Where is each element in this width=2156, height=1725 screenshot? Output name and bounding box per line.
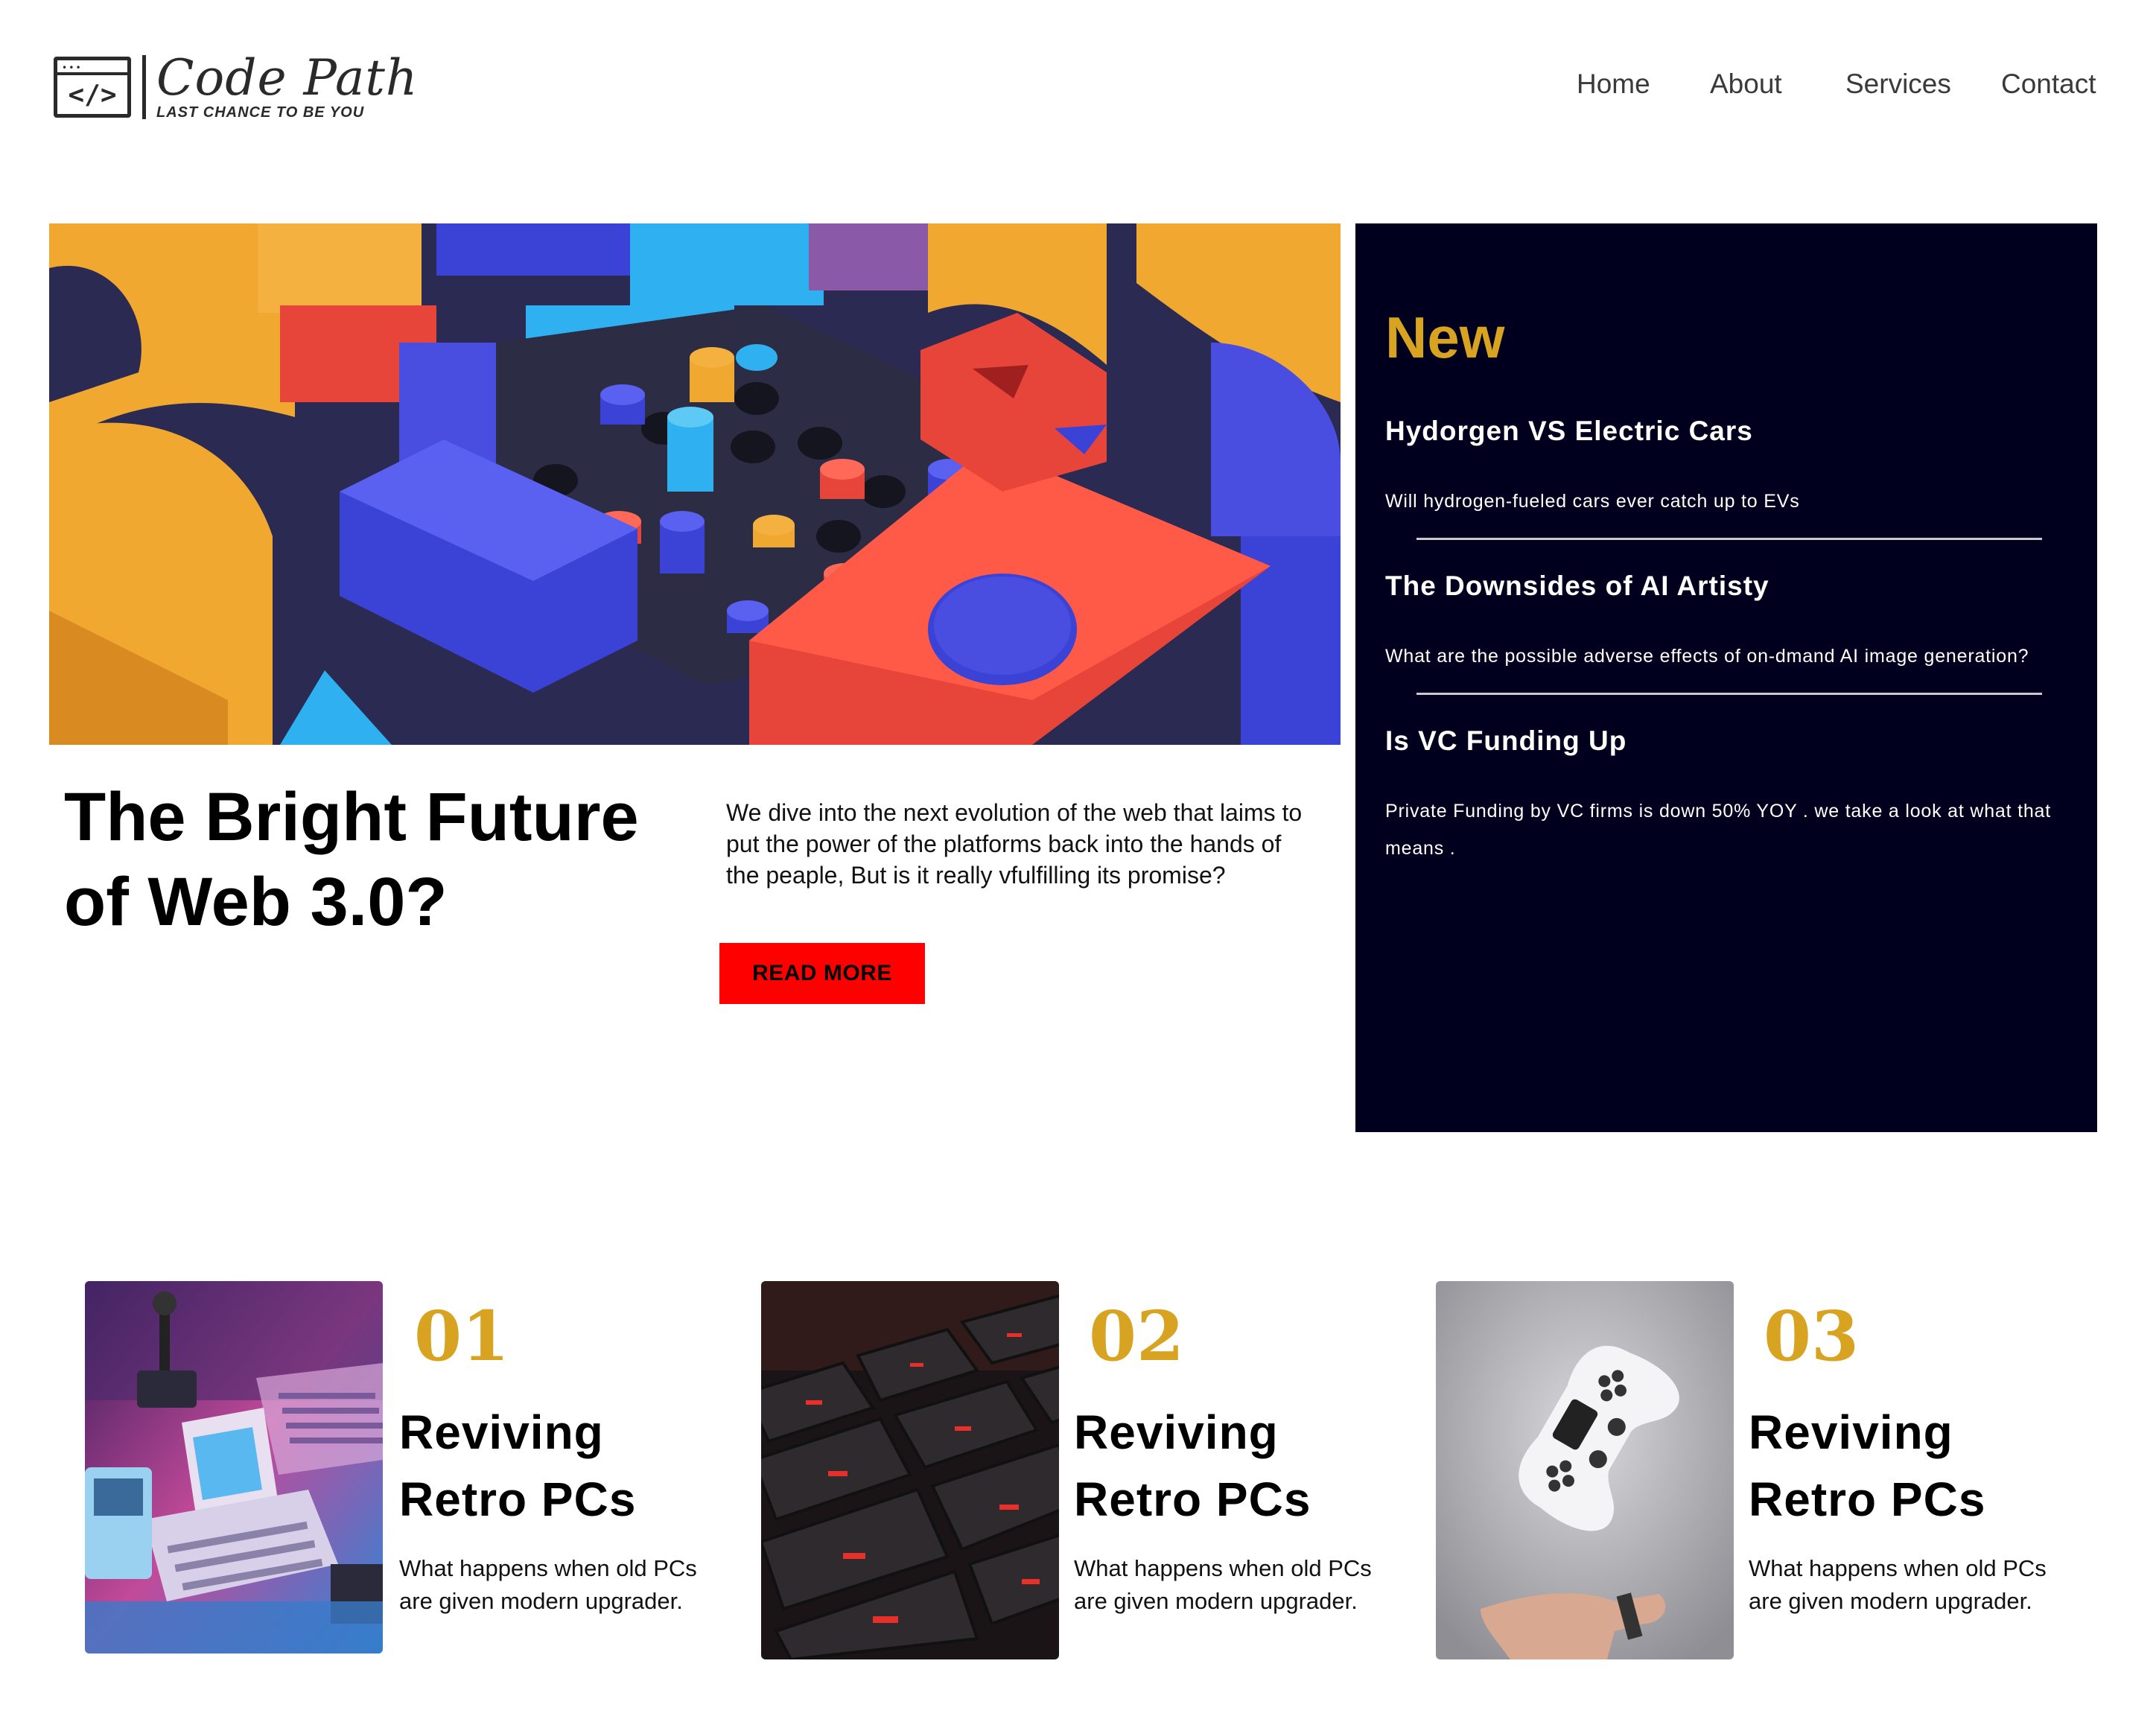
retro-computer-image[interactable]: [85, 1281, 383, 1653]
card-number-2: 02: [1089, 1296, 1185, 1376]
floating-gamepad-image[interactable]: [1436, 1281, 1734, 1659]
divider: [1416, 693, 2042, 695]
hero-title: The Bright Future of Web 3.0?: [64, 779, 639, 940]
card-title-2[interactable]: Reviving Retro PCs: [1074, 1399, 1387, 1533]
divider: [1416, 538, 2042, 540]
article-title-2[interactable]: The Downsides of AI Artisty: [1385, 571, 1769, 602]
hero-description: We dive into the next evolution of the w…: [726, 799, 1303, 889]
red-backlit-keyboard-image[interactable]: [761, 1281, 1059, 1659]
read-more-button[interactable]: READ MORE: [719, 943, 925, 1004]
card-title-3[interactable]: Reviving Retro PCs: [1749, 1399, 2061, 1533]
nav-services[interactable]: Services: [1845, 69, 1951, 100]
brand-tagline: LAST CHANCE TO BE YOU: [156, 104, 365, 121]
card-title-1[interactable]: Reviving Retro PCs: [399, 1399, 712, 1533]
article-desc-1: Will hydrogen-fueled cars ever catch up …: [1385, 491, 1800, 512]
main-nav: Home About Services Contact: [0, 69, 2156, 106]
card-number-3: 03: [1764, 1296, 1860, 1376]
article-desc-3: Private Funding by VC firms is down 50% …: [1385, 801, 2051, 859]
card-number-1: 01: [414, 1296, 510, 1376]
article-title-3[interactable]: Is VC Funding Up: [1385, 725, 1626, 757]
card-desc-3: What happens when old PCs are given mode…: [1749, 1555, 2047, 1614]
nav-about[interactable]: About: [1710, 69, 1782, 100]
panel-heading: New: [1385, 305, 1505, 370]
article-desc-2: What are the possible adverse effects of…: [1385, 646, 2029, 667]
colorful-3d-blocks-image: [49, 223, 1341, 745]
new-articles-panel: New Hydorgen VS Electric Cars Will hydro…: [1355, 223, 2097, 1132]
nav-contact[interactable]: Contact: [2001, 69, 2096, 100]
card-desc-2: What happens when old PCs are given mode…: [1074, 1555, 1372, 1614]
nav-home[interactable]: Home: [1577, 69, 1650, 100]
article-title-1[interactable]: Hydorgen VS Electric Cars: [1385, 416, 1753, 447]
card-desc-1: What happens when old PCs are given mode…: [399, 1555, 697, 1614]
